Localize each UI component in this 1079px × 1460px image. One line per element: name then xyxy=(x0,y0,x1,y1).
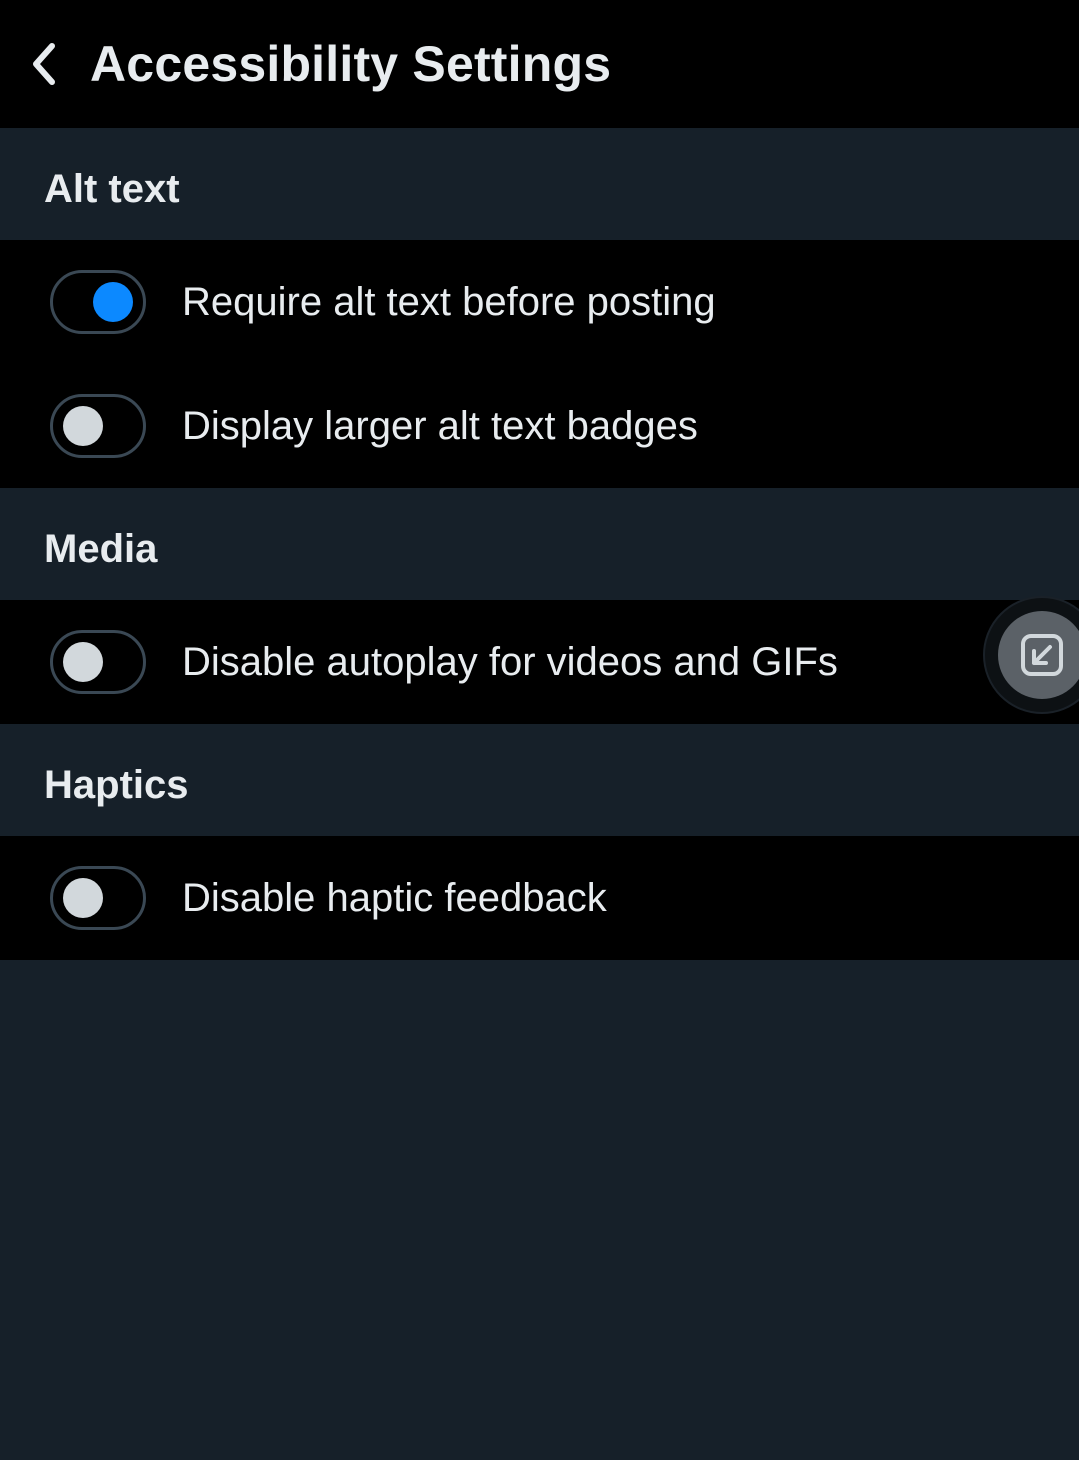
back-button[interactable] xyxy=(30,42,58,86)
setting-row-larger-alt-badges[interactable]: Display larger alt text badges xyxy=(0,364,1079,488)
section-title: Alt text xyxy=(44,167,180,212)
toggle-knob xyxy=(63,642,103,682)
empty-space xyxy=(0,960,1079,1460)
setting-label: Display larger alt text badges xyxy=(182,404,698,449)
section-body-haptics: Disable haptic feedback xyxy=(0,836,1079,960)
section-title: Haptics xyxy=(44,763,189,808)
toggle-knob xyxy=(93,282,133,322)
section-header-media: Media xyxy=(0,488,1079,600)
chevron-left-icon xyxy=(30,42,58,86)
toggle-disable-haptics[interactable] xyxy=(50,866,146,930)
section-body-media: Disable autoplay for videos and GIFs xyxy=(0,600,1079,724)
setting-row-disable-haptics[interactable]: Disable haptic feedback xyxy=(0,836,1079,960)
section-body-alt-text: Require alt text before posting Display … xyxy=(0,240,1079,488)
toggle-knob xyxy=(63,878,103,918)
toggle-require-alt-text[interactable] xyxy=(50,270,146,334)
arrow-pointer-icon xyxy=(1017,630,1067,680)
section-header-alt-text: Alt text xyxy=(0,128,1079,240)
page-title: Accessibility Settings xyxy=(90,35,611,93)
section-header-haptics: Haptics xyxy=(0,724,1079,836)
setting-row-require-alt-text[interactable]: Require alt text before posting xyxy=(0,240,1079,364)
setting-row-disable-autoplay[interactable]: Disable autoplay for videos and GIFs xyxy=(0,600,1079,724)
toggle-larger-alt-badges[interactable] xyxy=(50,394,146,458)
setting-label: Disable autoplay for videos and GIFs xyxy=(182,640,838,685)
toggle-knob xyxy=(63,406,103,446)
floating-widget-inner xyxy=(998,611,1079,699)
setting-label: Require alt text before posting xyxy=(182,280,716,325)
setting-label: Disable haptic feedback xyxy=(182,876,607,921)
header-bar: Accessibility Settings xyxy=(0,0,1079,128)
section-title: Media xyxy=(44,527,157,572)
toggle-disable-autoplay[interactable] xyxy=(50,630,146,694)
